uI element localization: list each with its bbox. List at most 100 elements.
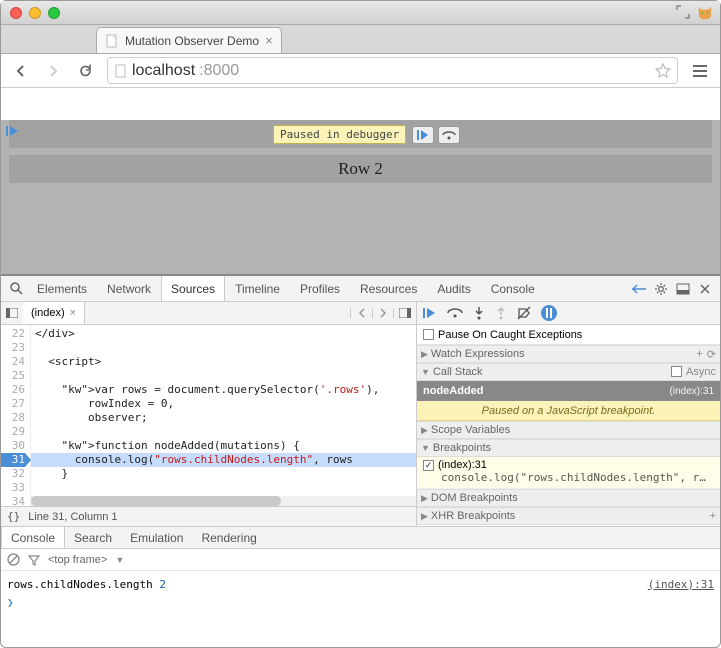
page-viewport: Paused in debugger Row 1 Row 2: [1, 120, 720, 276]
page-row: Row 2: [9, 155, 712, 183]
format-braces-icon[interactable]: {}: [7, 510, 20, 523]
pause-caught-checkbox[interactable]: [423, 329, 434, 340]
section-callstack[interactable]: ▼ Call Stack Async: [417, 363, 720, 381]
panel-tab-console[interactable]: Console: [481, 276, 545, 301]
panel-tab-network[interactable]: Network: [97, 276, 161, 301]
console-prompt-icon: ❯: [7, 596, 14, 609]
history-fwd-icon[interactable]: [372, 308, 394, 318]
resume-overlay-icon[interactable]: [5, 124, 19, 138]
debugger-sidebar: Pause On Caught Exceptions ▶ Watch Expre…: [417, 302, 720, 526]
show-drawer-icon[interactable]: [631, 281, 647, 297]
url-port: :8000: [199, 62, 239, 80]
overlay-step-button[interactable]: [438, 126, 460, 144]
refresh-watch-icon[interactable]: ⟳: [707, 348, 716, 361]
paused-message: Paused in debugger: [273, 125, 406, 144]
disclosure-triangle-icon: ▼: [421, 367, 430, 377]
drawer-tabstrip: Console Search Emulation Rendering: [1, 527, 720, 549]
disclosure-triangle-icon: ▶: [421, 493, 428, 504]
browser-tabstrip: Mutation Observer Demo ×: [1, 25, 720, 54]
breakpoint-checkbox[interactable]: ✓: [423, 460, 434, 471]
panel-tab-resources[interactable]: Resources: [350, 276, 427, 301]
disclosure-triangle-icon: ▼: [421, 443, 430, 453]
close-file-icon[interactable]: ×: [70, 307, 76, 319]
code-editor[interactable]: 22232425262728293031323334353637 </div> …: [1, 325, 416, 506]
add-watch-icon[interactable]: +: [696, 348, 702, 361]
log-value: 2: [159, 578, 166, 591]
search-icon[interactable]: [8, 281, 24, 297]
source-file-tab[interactable]: (index) ×: [23, 302, 85, 324]
window-titlebar: [1, 1, 720, 25]
frame-selector[interactable]: <top frame>: [48, 554, 107, 566]
panel-tab-sources[interactable]: Sources: [161, 276, 225, 301]
minimize-window-button[interactable]: [29, 7, 41, 19]
frame-location: (index):31: [670, 386, 714, 397]
section-breakpoints[interactable]: ▼ Breakpoints: [417, 439, 720, 457]
code-body[interactable]: </div> <script> "kw">var rows = document…: [31, 325, 416, 506]
dock-icon[interactable]: [675, 281, 691, 297]
forward-button[interactable]: [39, 58, 67, 84]
breakpoint-code: console.log("rows.childNodes.length", r…: [423, 471, 714, 484]
close-window-button[interactable]: [10, 7, 22, 19]
browser-tab-title: Mutation Observer Demo: [125, 34, 259, 48]
section-dom-bp[interactable]: ▶ DOM Breakpoints: [417, 489, 720, 507]
back-button[interactable]: [7, 58, 35, 84]
reload-button[interactable]: [71, 58, 99, 84]
drawer-tab-emulation[interactable]: Emulation: [121, 527, 192, 548]
async-checkbox[interactable]: [671, 366, 682, 377]
debugger-toolbar: [417, 302, 720, 325]
zoom-window-button[interactable]: [48, 7, 60, 19]
panel-tab-elements[interactable]: Elements: [27, 276, 97, 301]
step-into-icon[interactable]: [473, 306, 485, 320]
section-scope[interactable]: ▶ Scope Variables: [417, 421, 720, 439]
address-bar[interactable]: localhost:8000: [107, 57, 678, 84]
horizontal-scrollbar[interactable]: [31, 496, 416, 506]
drawer-tab-search[interactable]: Search: [65, 527, 121, 548]
devtools-tabstrip: Elements Network Sources Timeline Profil…: [1, 276, 720, 302]
menu-button[interactable]: [686, 58, 714, 84]
overlay-resume-button[interactable]: [412, 126, 434, 144]
pause-exceptions-icon[interactable]: [541, 305, 557, 321]
editor-status-bar: {} Line 31, Column 1: [1, 506, 416, 526]
step-out-icon[interactable]: [495, 306, 507, 320]
breakpoint-label: (index):31: [438, 459, 487, 471]
browser-toolbar: localhost:8000: [1, 54, 720, 88]
navigator-toggle-icon[interactable]: [1, 308, 23, 318]
deactivate-bp-icon[interactable]: [517, 306, 531, 320]
console-output[interactable]: rows.childNodes.length 2 (index):31 ❯: [1, 571, 720, 615]
url-host: localhost: [132, 62, 195, 80]
line-number-gutter[interactable]: 22232425262728293031323334353637: [1, 325, 31, 506]
clear-console-icon[interactable]: [7, 553, 20, 566]
page-icon: [105, 34, 119, 48]
section-xhr-bp[interactable]: ▶ XHR Breakpoints +: [417, 507, 720, 525]
extension-cat-icon[interactable]: [696, 5, 714, 21]
close-devtools-icon[interactable]: [697, 281, 713, 297]
sources-pane: (index) × 222324252627282930313233343536…: [1, 302, 720, 527]
section-watch[interactable]: ▶ Watch Expressions +⟳: [417, 345, 720, 363]
panel-tab-timeline[interactable]: Timeline: [225, 276, 290, 301]
pause-caught-row[interactable]: Pause On Caught Exceptions: [417, 325, 720, 345]
bookmark-star-icon[interactable]: [655, 63, 671, 79]
source-editor-pane: (index) × 222324252627282930313233343536…: [1, 302, 417, 526]
history-back-icon[interactable]: [350, 308, 372, 318]
callstack-frame[interactable]: nodeAdded (index):31: [417, 381, 720, 401]
panel-tab-profiles[interactable]: Profiles: [290, 276, 350, 301]
step-over-icon[interactable]: [447, 307, 463, 319]
source-file-name: (index): [31, 307, 65, 319]
settings-gear-icon[interactable]: [653, 281, 669, 297]
browser-tab[interactable]: Mutation Observer Demo ×: [96, 27, 282, 53]
panel-tab-audits[interactable]: Audits: [427, 276, 480, 301]
log-source-link[interactable]: (index):31: [648, 578, 714, 591]
drawer-tab-console[interactable]: Console: [1, 527, 65, 548]
add-xhr-bp-icon[interactable]: +: [710, 510, 716, 522]
sidebar-toggle-icon[interactable]: [394, 308, 416, 318]
breakpoint-item[interactable]: ✓ (index):31 console.log("rows.childNode…: [417, 457, 720, 489]
disclosure-triangle-icon: ▶: [421, 511, 428, 522]
pause-caught-label: Pause On Caught Exceptions: [438, 329, 582, 341]
resume-icon[interactable]: [423, 307, 437, 319]
fullscreen-icon[interactable]: [676, 5, 690, 21]
close-tab-icon[interactable]: ×: [265, 33, 273, 48]
dropdown-chevron-icon[interactable]: ▼: [115, 555, 124, 565]
cursor-position: Line 31, Column 1: [28, 511, 117, 523]
drawer-tab-rendering[interactable]: Rendering: [192, 527, 265, 548]
filter-icon[interactable]: [28, 554, 40, 566]
